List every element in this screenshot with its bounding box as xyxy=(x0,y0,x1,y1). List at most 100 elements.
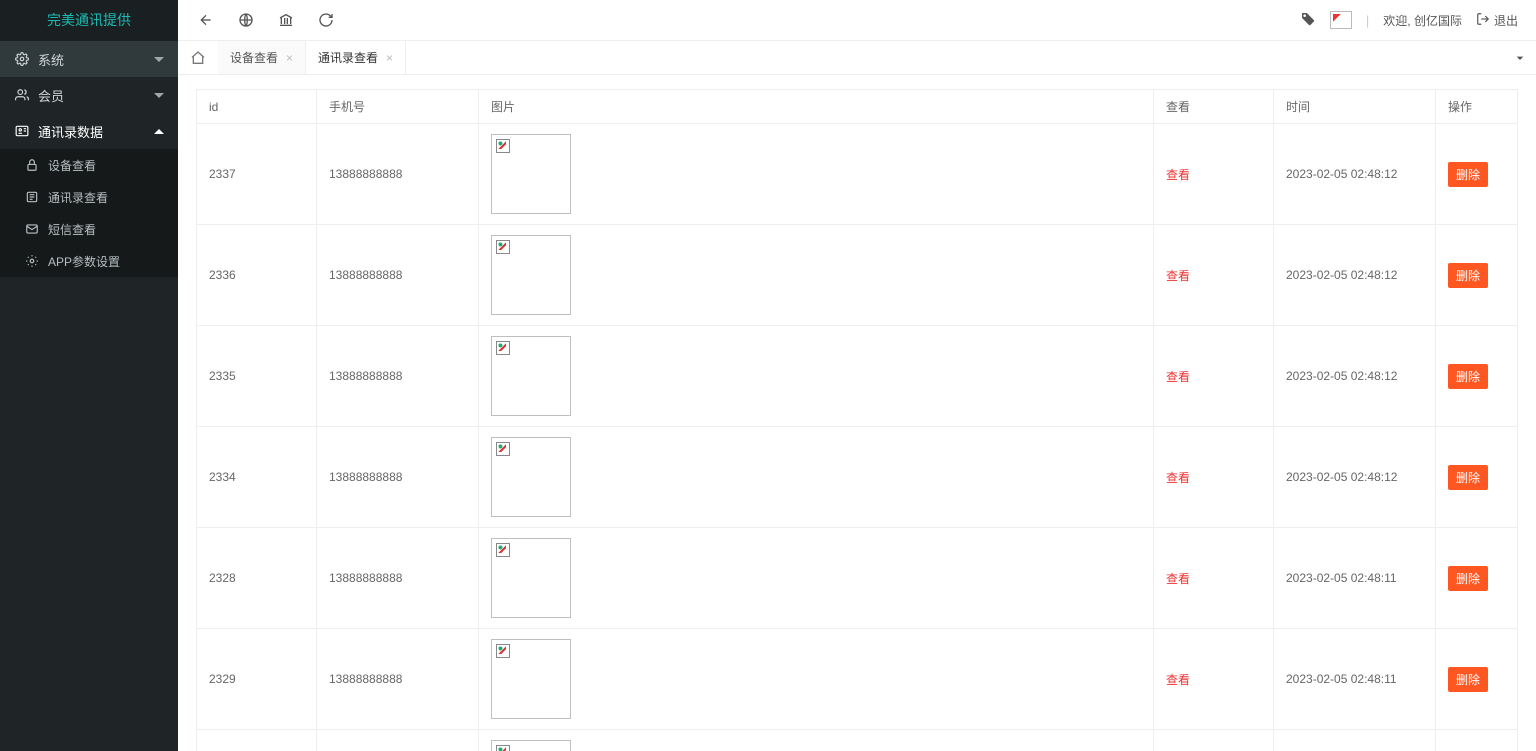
cell-phone: 13888888888 xyxy=(317,124,479,225)
broken-image-icon[interactable] xyxy=(491,639,571,719)
col-header-image: 图片 xyxy=(479,90,1154,124)
view-link[interactable]: 查看 xyxy=(1166,572,1190,586)
cell-image xyxy=(479,225,1154,326)
table-row: 233613888888888查看2023-02-05 02:48:12删除 xyxy=(197,225,1518,326)
delete-button[interactable]: 删除 xyxy=(1448,162,1488,187)
main-area: | 欢迎, 创亿国际 退出 设备查看 × xyxy=(178,0,1536,751)
logout-icon xyxy=(1476,12,1490,29)
cell-view: 查看 xyxy=(1154,326,1274,427)
refresh-button[interactable] xyxy=(306,0,346,41)
col-header-view: 查看 xyxy=(1154,90,1274,124)
table-row: 233713888888888查看2023-02-05 02:48:12删除 xyxy=(197,124,1518,225)
bank-button[interactable] xyxy=(266,0,306,41)
col-header-op: 操作 xyxy=(1436,90,1518,124)
view-link[interactable]: 查看 xyxy=(1166,269,1190,283)
mail-icon xyxy=(24,222,40,236)
cell-view: 查看 xyxy=(1154,528,1274,629)
sidebar: 完美通讯提供 系统 会员 通讯录数据 设备查看 xyxy=(0,0,178,751)
home-tab[interactable] xyxy=(178,41,218,74)
broken-image-icon[interactable] xyxy=(491,235,571,315)
sidebar-item-member[interactable]: 会员 xyxy=(0,77,178,113)
app-root: 完美通讯提供 系统 会员 通讯录数据 设备查看 xyxy=(0,0,1536,751)
broken-image-icon[interactable] xyxy=(491,336,571,416)
delete-button[interactable]: 删除 xyxy=(1448,465,1488,490)
view-link[interactable]: 查看 xyxy=(1166,471,1190,485)
cell-time: 2023-02-05 02:48:12 xyxy=(1274,225,1436,326)
broken-image-icon[interactable] xyxy=(491,538,571,618)
broken-image-icon[interactable] xyxy=(491,134,571,214)
cell-view: 查看 xyxy=(1154,629,1274,730)
welcome-text: 欢迎, 创亿国际 xyxy=(1383,12,1462,29)
cell-id: 2328 xyxy=(197,528,317,629)
contacts-table: id 手机号 图片 查看 时间 操作 233713888888888查看2023… xyxy=(196,89,1518,751)
cell-view: 查看 xyxy=(1154,124,1274,225)
tabs-row: 设备查看 × 通讯录查看 × xyxy=(178,41,1536,75)
sidebar-item-label: 短信查看 xyxy=(48,221,96,238)
broken-image-icon[interactable] xyxy=(491,437,571,517)
cell-view: 查看 xyxy=(1154,427,1274,528)
sidebar-item-contacts-view[interactable]: 通讯录查看 xyxy=(0,181,178,213)
cell-id: 2336 xyxy=(197,225,317,326)
gear-icon xyxy=(24,254,40,268)
table-row xyxy=(197,730,1518,751)
cell-id: 2334 xyxy=(197,427,317,528)
col-header-time: 时间 xyxy=(1274,90,1436,124)
close-icon[interactable]: × xyxy=(386,51,393,65)
sidebar-item-sms-view[interactable]: 短信查看 xyxy=(0,213,178,245)
cell-image xyxy=(479,730,1154,751)
sidebar-item-system[interactable]: 系统 xyxy=(0,41,178,77)
cell-image xyxy=(479,528,1154,629)
close-icon[interactable]: × xyxy=(286,51,293,65)
cell-op: 删除 xyxy=(1436,326,1518,427)
delete-button[interactable]: 删除 xyxy=(1448,566,1488,591)
cell-op: 删除 xyxy=(1436,427,1518,528)
cell-op: 删除 xyxy=(1436,629,1518,730)
sidebar-item-app-params[interactable]: APP参数设置 xyxy=(0,245,178,277)
cell-op: 删除 xyxy=(1436,528,1518,629)
cell-image xyxy=(479,427,1154,528)
users-icon xyxy=(14,88,30,102)
cell-image xyxy=(479,629,1154,730)
brand-title: 完美通讯提供 xyxy=(0,0,178,41)
tabs-menu-button[interactable] xyxy=(1512,41,1528,75)
id-card-icon xyxy=(14,124,30,138)
cell-id: 2329 xyxy=(197,629,317,730)
avatar-icon[interactable] xyxy=(1330,11,1352,29)
delete-button[interactable]: 删除 xyxy=(1448,667,1488,692)
lock-icon xyxy=(24,158,40,172)
table-header-row: id 手机号 图片 查看 时间 操作 xyxy=(197,90,1518,124)
logout-button[interactable]: 退出 xyxy=(1476,12,1518,29)
sidebar-item-label: 会员 xyxy=(38,86,64,105)
cell-phone: 13888888888 xyxy=(317,427,479,528)
delete-button[interactable]: 删除 xyxy=(1448,263,1488,288)
tab-label: 通讯录查看 xyxy=(318,49,378,66)
view-link[interactable]: 查看 xyxy=(1166,370,1190,384)
topbar-right: | 欢迎, 创亿国际 退出 xyxy=(1300,11,1528,30)
cell-time: 2023-02-05 02:48:11 xyxy=(1274,528,1436,629)
table-row: 232913888888888查看2023-02-05 02:48:11删除 xyxy=(197,629,1518,730)
broken-image-icon[interactable] xyxy=(491,740,571,751)
globe-button[interactable] xyxy=(226,0,266,41)
tab-contacts-view[interactable]: 通讯录查看 × xyxy=(306,41,406,74)
cell-view xyxy=(1154,730,1274,751)
cell-op xyxy=(1436,730,1518,751)
sidebar-item-label: 通讯录查看 xyxy=(48,189,108,206)
view-link[interactable]: 查看 xyxy=(1166,673,1190,687)
cell-time: 2023-02-05 02:48:12 xyxy=(1274,427,1436,528)
back-button[interactable] xyxy=(186,0,226,41)
sidebar-item-label: APP参数设置 xyxy=(48,253,120,270)
view-link[interactable]: 查看 xyxy=(1166,168,1190,182)
tab-device-view[interactable]: 设备查看 × xyxy=(218,41,306,74)
tab-label: 设备查看 xyxy=(230,49,278,66)
list-icon xyxy=(24,190,40,204)
sidebar-item-device-view[interactable]: 设备查看 xyxy=(0,149,178,181)
sidebar-item-contacts-data[interactable]: 通讯录数据 xyxy=(0,113,178,149)
col-header-id: id xyxy=(197,90,317,124)
delete-button[interactable]: 删除 xyxy=(1448,364,1488,389)
cell-image xyxy=(479,124,1154,225)
cell-id: 2335 xyxy=(197,326,317,427)
tag-icon[interactable] xyxy=(1300,11,1316,30)
cell-time: 2023-02-05 02:48:12 xyxy=(1274,124,1436,225)
table-row: 233413888888888 查看 2023-02-05 02:48:12 删除 xyxy=(197,427,1518,528)
cell-time: 2023-02-05 02:48:12 xyxy=(1274,326,1436,427)
